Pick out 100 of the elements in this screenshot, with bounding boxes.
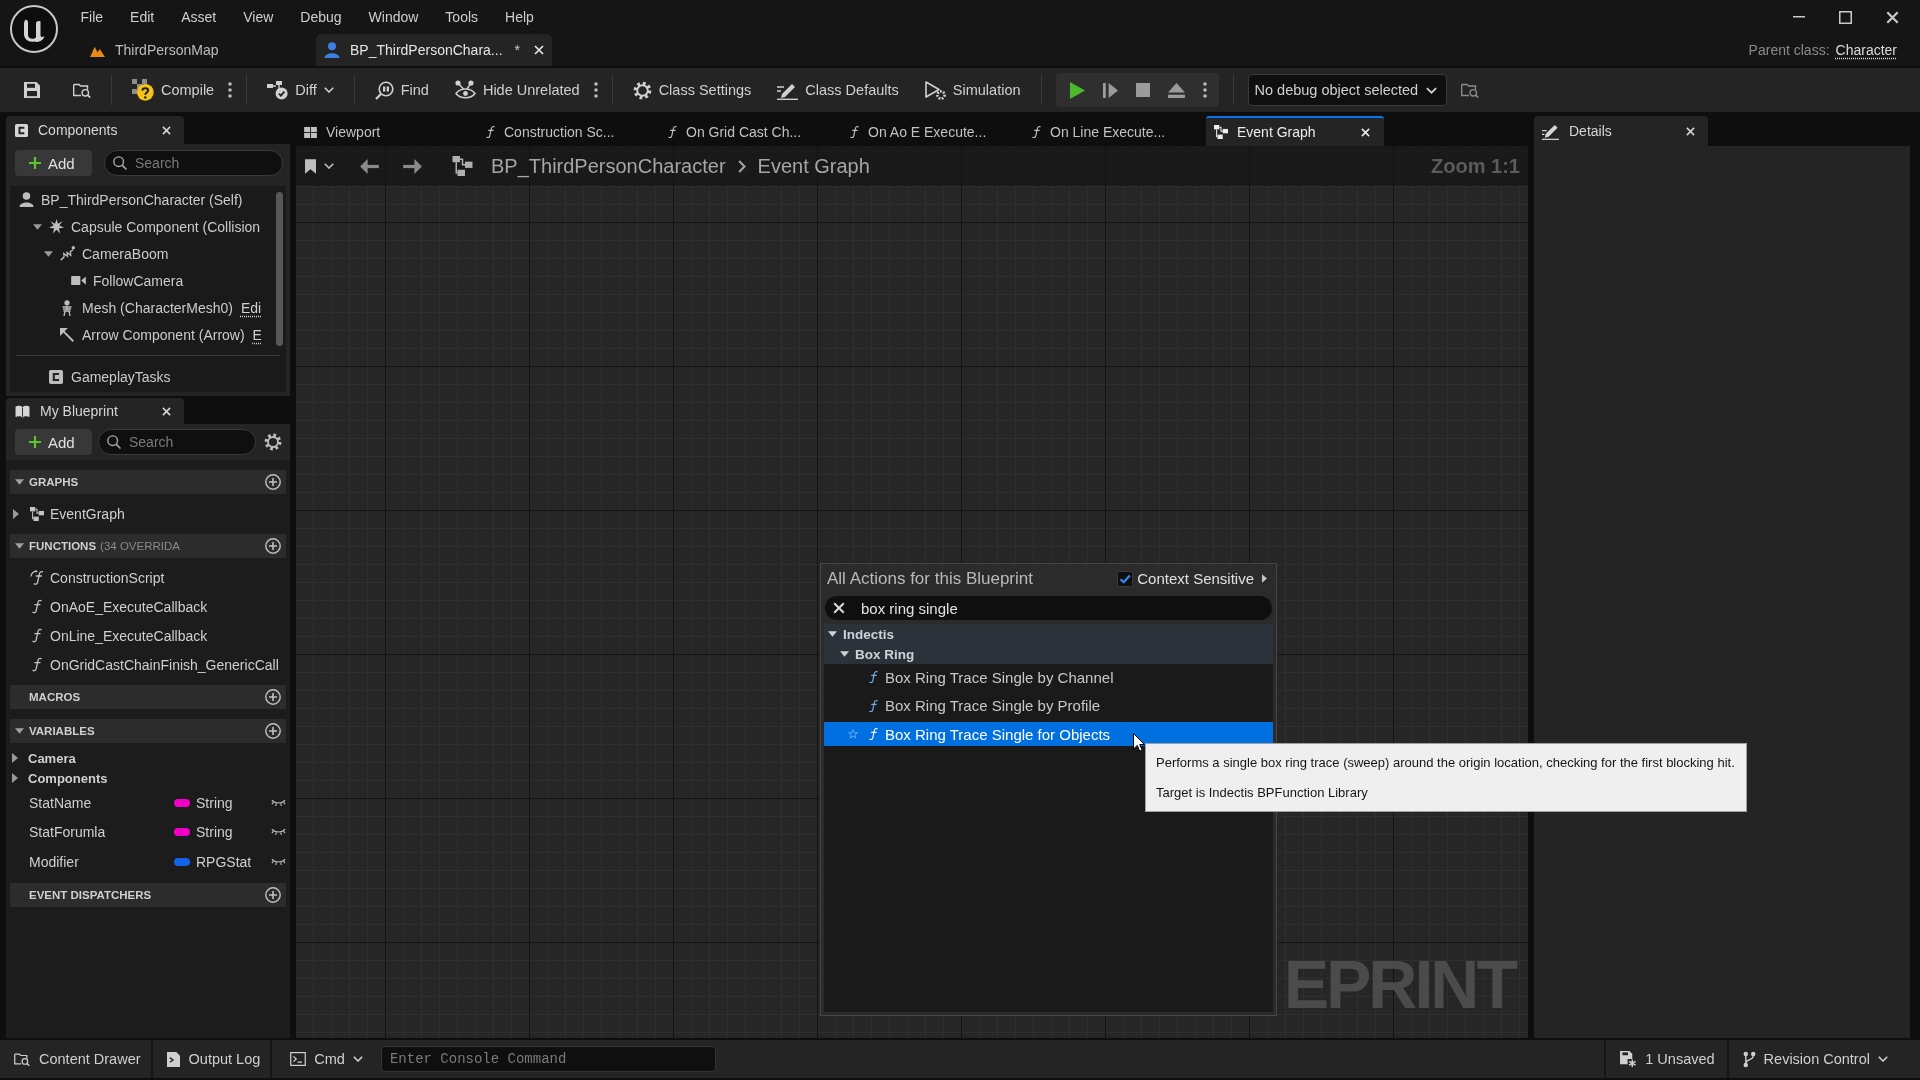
graph-tab[interactable]: On Grid Cast Ch... [660, 116, 842, 146]
class-defaults-button[interactable]: Class Defaults [771, 74, 905, 106]
variable-category[interactable]: Camera [6, 748, 290, 768]
section-title[interactable]: MACROS [29, 691, 81, 703]
add-circle-icon[interactable] [265, 474, 281, 490]
action-category[interactable]: Box Ring [824, 644, 1273, 664]
save-icon[interactable] [24, 82, 40, 98]
more-icon[interactable] [228, 82, 233, 98]
class-settings-button[interactable]: Class Settings [626, 74, 758, 106]
graph-tab[interactable]: Construction Sc... [478, 116, 660, 146]
unsaved-button[interactable]: 1 Unsaved [1604, 1040, 1727, 1078]
breadcrumb-item[interactable]: BP_ThirdPersonCharacter [491, 154, 726, 178]
function-item[interactable]: OnGridCastChainFinish_GenericCall [6, 650, 290, 679]
menu-item[interactable]: File [67, 5, 117, 29]
hide-unrelated-button[interactable]: Hide Unrelated [448, 74, 586, 106]
maximize-icon[interactable] [1839, 10, 1852, 24]
caret-down-icon[interactable] [828, 631, 837, 637]
document-tab[interactable]: BP_ThirdPersonChara... * [316, 34, 552, 66]
action-item[interactable]: Box Ring Trace Single by Profile [824, 693, 1273, 718]
eject-icon[interactable] [1167, 82, 1185, 98]
variable-category[interactable]: Components [6, 768, 290, 788]
add-button[interactable]: Add [15, 429, 92, 455]
diff-button[interactable]: Diff [261, 74, 340, 106]
scrollbar[interactable] [276, 192, 283, 346]
close-icon[interactable] [1686, 126, 1695, 136]
close-icon[interactable] [162, 406, 171, 416]
close-icon[interactable] [1886, 10, 1899, 24]
menu-item[interactable]: Debug [286, 5, 356, 29]
graph-tab[interactable]: On Ao E Execute... [842, 116, 1024, 146]
star-icon[interactable] [848, 729, 858, 739]
play-icon[interactable] [1069, 81, 1085, 99]
closed-eye-icon[interactable] [271, 798, 286, 807]
action-item[interactable]: Box Ring Trace Single for Objects [824, 722, 1273, 746]
caret-down-icon[interactable] [43, 250, 53, 257]
debug-object-dropdown[interactable]: No debug object selected [1247, 74, 1448, 106]
caret-right-icon[interactable] [12, 753, 18, 763]
tree-item[interactable]: BP_ThirdPersonCharacter (Self) [10, 186, 274, 213]
console-mode-dropdown[interactable]: Cmd [286, 1040, 371, 1078]
tree-item[interactable]: Arrow Component (Arrow) E [10, 321, 274, 348]
panel-tab[interactable]: Components [6, 116, 184, 144]
graph-tab[interactable]: Event Graph [1206, 116, 1384, 146]
menu-item[interactable]: Help [491, 5, 548, 29]
close-icon[interactable] [162, 125, 171, 135]
section-title[interactable]: VARIABLES [29, 725, 95, 737]
simulation-button[interactable]: Simulation [918, 74, 1027, 106]
function-item[interactable]: ConstructionScript [6, 563, 290, 592]
menu-item[interactable]: Window [355, 5, 432, 29]
graph-tab[interactable]: On Line Execute... [1024, 116, 1206, 146]
section-title[interactable]: FUNCTIONS [29, 540, 97, 552]
tree-item[interactable]: CameraBoom [10, 240, 274, 267]
forward-arrow-icon[interactable] [403, 158, 422, 174]
search-field[interactable]: box ring single [825, 596, 1272, 620]
menu-item[interactable]: Tools [431, 5, 492, 29]
more-icon[interactable] [1202, 82, 1207, 98]
clear-icon[interactable] [833, 602, 845, 614]
stop-icon[interactable] [1135, 83, 1150, 97]
find-button[interactable]: Find [368, 74, 435, 106]
more-icon[interactable] [593, 82, 598, 98]
add-circle-icon[interactable] [265, 886, 281, 903]
function-item[interactable]: OnLine_ExecuteCallback [6, 621, 290, 650]
action-category[interactable]: Indectis [824, 624, 1273, 644]
checkbox[interactable] [1117, 570, 1134, 587]
caret-down-icon[interactable] [15, 543, 24, 549]
search-field[interactable]: Search [104, 150, 283, 176]
menu-item[interactable]: Asset [167, 5, 230, 29]
panel-tab[interactable]: Details [1534, 116, 1708, 146]
function-item[interactable]: OnAoE_ExecuteCallback [6, 592, 290, 621]
caret-right-icon[interactable] [1262, 574, 1267, 583]
chevron-down-icon[interactable] [324, 163, 334, 169]
parent-class-link[interactable]: Character [1835, 42, 1897, 58]
settings-icon[interactable] [264, 433, 282, 451]
add-circle-icon[interactable] [265, 723, 281, 739]
closed-eye-icon[interactable] [271, 857, 286, 866]
add-circle-icon[interactable] [265, 538, 281, 554]
caret-down-icon[interactable] [32, 223, 42, 230]
bookmark-icon[interactable] [305, 158, 316, 174]
breadcrumb-item[interactable]: Event Graph [757, 154, 870, 178]
back-arrow-icon[interactable] [360, 158, 379, 174]
closed-eye-icon[interactable] [271, 828, 286, 837]
document-tab[interactable]: ThirdPersonMap [82, 34, 312, 66]
edit-link[interactable]: E [252, 326, 262, 343]
add-circle-icon[interactable] [265, 689, 281, 705]
add-button[interactable]: Add [15, 150, 92, 176]
revision-button[interactable]: Revision Control [1726, 1040, 1900, 1078]
panel-tab[interactable]: My Blueprint [6, 398, 184, 424]
folder-search-icon[interactable] [1461, 82, 1480, 98]
output-log-button[interactable]: Output Log [152, 1040, 273, 1078]
section-title[interactable]: GRAPHS [29, 476, 79, 488]
folder-search-icon[interactable] [73, 82, 91, 98]
tree-item[interactable]: Capsule Component (Collision [10, 213, 274, 240]
tree-item[interactable]: FollowCamera [10, 267, 274, 294]
content-drawer-button[interactable]: Content Drawer [0, 1040, 153, 1078]
tree-item[interactable]: Mesh (CharacterMesh0) Edi [10, 294, 274, 321]
close-icon[interactable] [534, 45, 544, 55]
variable-name[interactable]: Modifier [29, 853, 174, 870]
logo-icon[interactable] [10, 5, 58, 53]
caret-down-icon[interactable] [15, 728, 24, 734]
skip-forward-icon[interactable] [1102, 82, 1118, 98]
graph-tab[interactable]: Viewport [296, 116, 478, 146]
compile-button[interactable]: Compile [126, 74, 221, 106]
